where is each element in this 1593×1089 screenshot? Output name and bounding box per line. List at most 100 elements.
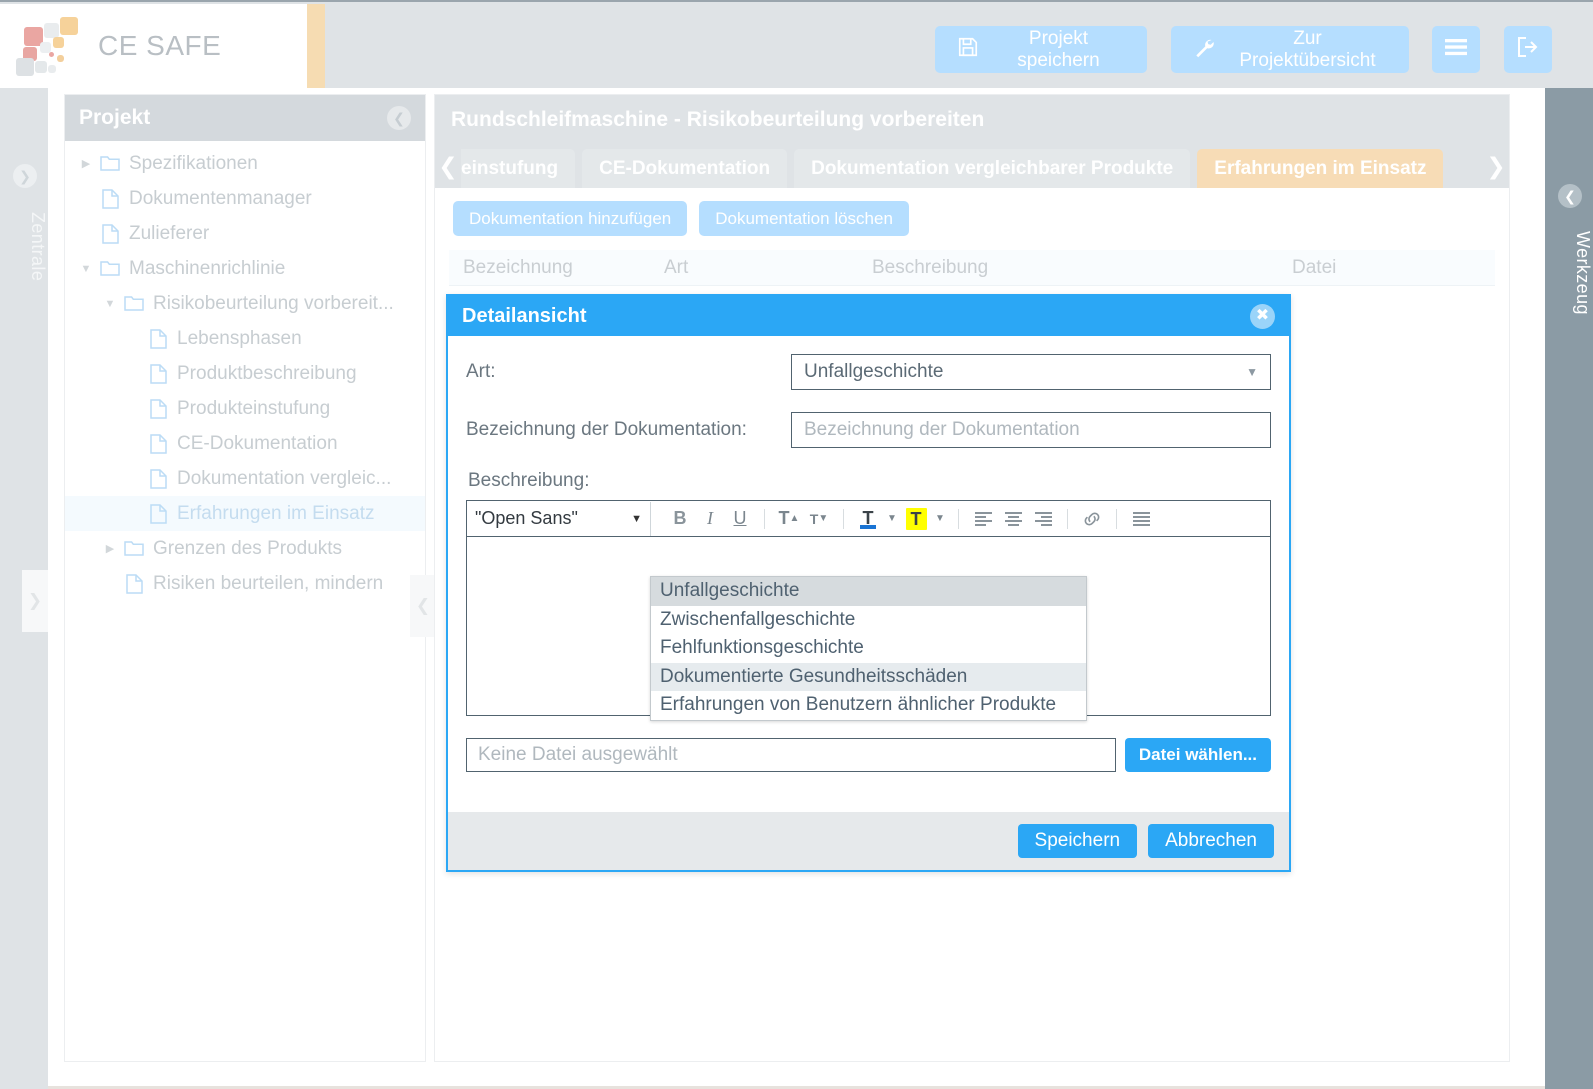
tree-item-label: Dokumentation vergleic...	[177, 467, 392, 489]
dialog-footer: Speichern Abbrechen	[448, 812, 1289, 870]
caret-spacer	[123, 473, 145, 485]
dialog-body: Art: Unfallgeschichte ▼ Bezeichnung der …	[448, 336, 1289, 772]
document-icon	[145, 398, 171, 419]
project-tree-list: ▶ Spezifikationen Dokumentenmanager Zulie…	[65, 141, 425, 601]
tab-3[interactable]: Erfahrungen im Einsatz	[1197, 149, 1444, 188]
tree-item-label: Risikobeurteilung vorbereit...	[153, 292, 394, 314]
tree-item-7[interactable]: Produkteinstufung	[65, 391, 425, 426]
left-rail-expand-handle[interactable]: ❯	[22, 570, 48, 632]
art-field-row: Art: Unfallgeschichte ▼	[466, 354, 1271, 390]
tree-item-12[interactable]: Risiken beurteilen, mindern	[65, 566, 425, 601]
tab-scroll-left-icon[interactable]: ❮	[435, 145, 461, 188]
column-header-datei: Datei	[1292, 256, 1337, 278]
project-tree-collapse-button[interactable]: ❮	[387, 106, 411, 130]
menu-button[interactable]	[1432, 26, 1480, 73]
folder-icon	[121, 540, 147, 557]
tab-2[interactable]: Dokumentation vergleichbarer Produkte	[794, 149, 1191, 188]
caret-down-icon[interactable]: ▼	[99, 298, 121, 310]
bezeichnung-input[interactable]	[791, 412, 1271, 448]
folder-icon	[97, 260, 123, 277]
project-tree-panel: Projekt ❮ ▶ Spezifikationen Dokumentenman…	[64, 94, 426, 1062]
tab-scroll-right-icon[interactable]: ❯	[1483, 145, 1509, 188]
link-icon[interactable]	[1077, 502, 1107, 536]
caret-right-icon[interactable]: ▶	[99, 542, 121, 555]
caret-spacer	[123, 368, 145, 380]
subscript-icon[interactable]: T ▼	[804, 502, 834, 536]
text-color-icon[interactable]: T	[853, 502, 883, 536]
dropdown-option-0[interactable]: Unfallgeschichte	[651, 577, 1086, 606]
font-family-select[interactable]: "Open Sans" ▼	[467, 501, 651, 536]
dropdown-option-4[interactable]: Erfahrungen von Benutzern ähnlicher Prod…	[651, 691, 1086, 720]
caret-down-icon[interactable]: ▼	[75, 263, 97, 275]
caret-spacer	[75, 193, 97, 205]
dialog-cancel-button[interactable]: Abbrechen	[1148, 824, 1274, 858]
tree-item-0[interactable]: ▶ Spezifikationen	[65, 146, 425, 181]
art-select[interactable]: Unfallgeschichte ▼	[791, 354, 1271, 390]
detail-dialog: Detailansicht ✖ Art: Unfallgeschichte ▼ …	[446, 294, 1291, 872]
tree-item-9[interactable]: Dokumentation vergleic...	[65, 461, 425, 496]
brand-logo[interactable]: CE SAFE	[0, 4, 307, 88]
close-icon[interactable]: ✖	[1250, 303, 1275, 329]
tree-item-label: Erfahrungen im Einsatz	[177, 502, 375, 524]
project-overview-button[interactable]: Zur Projektübersicht	[1171, 26, 1409, 73]
superscript-icon[interactable]: T ▲	[774, 502, 804, 536]
tree-item-label: CE-Dokumentation	[177, 432, 338, 454]
italic-icon[interactable]: I	[695, 502, 725, 536]
caret-spacer	[75, 228, 97, 240]
align-right-icon[interactable]	[1028, 502, 1058, 536]
caret-spacer	[123, 508, 145, 520]
tab-label: CE-Dokumentation	[599, 157, 771, 179]
add-documentation-button[interactable]: Dokumentation hinzufügen	[453, 201, 688, 236]
project-tree-expand-handle[interactable]: ❮	[410, 575, 436, 637]
tab-bar: ❮ einstufung CE-Dokumentation Dokumentatio…	[435, 145, 1509, 188]
tree-item-2[interactable]: Zulieferer	[65, 216, 425, 251]
tab-0[interactable]: einstufung	[461, 149, 576, 188]
save-project-button[interactable]: Projekt speichern	[935, 26, 1147, 73]
document-icon	[145, 328, 171, 349]
highlight-color-icon[interactable]: T	[901, 502, 931, 536]
document-icon	[145, 503, 171, 524]
right-rail-toggle[interactable]: ❮	[1558, 184, 1582, 208]
tree-item-6[interactable]: Produktbeschreibung	[65, 356, 425, 391]
caret-spacer	[123, 333, 145, 345]
art-select-value: Unfallgeschichte	[804, 361, 944, 382]
tree-item-5[interactable]: Lebensphasen	[65, 321, 425, 356]
tab-label: Erfahrungen im Einsatz	[1214, 157, 1427, 179]
tree-item-8[interactable]: CE-Dokumentation	[65, 426, 425, 461]
document-icon	[145, 363, 171, 384]
dropdown-option-1[interactable]: Zwischenfallgeschichte	[651, 606, 1086, 635]
tree-item-1[interactable]: Dokumentenmanager	[65, 181, 425, 216]
align-left-icon[interactable]	[968, 502, 998, 536]
tab-label: einstufung	[461, 157, 559, 179]
left-rail-toggle[interactable]: ❯	[13, 164, 37, 188]
dropdown-option-2[interactable]: Fehlfunktionsgeschichte	[651, 634, 1086, 663]
document-icon	[145, 433, 171, 454]
folder-icon	[121, 295, 147, 312]
tree-item-3[interactable]: ▼ Maschinenrichlinie	[65, 251, 425, 286]
dropdown-option-3[interactable]: Dokumentierte Gesundheitsschäden	[651, 662, 1086, 691]
tree-item-label: Zulieferer	[129, 222, 210, 244]
bold-icon[interactable]: B	[665, 502, 695, 536]
tab-label: Dokumentation vergleichbarer Produkte	[811, 157, 1174, 179]
text-color-dropdown-icon[interactable]: ▼	[883, 513, 901, 524]
caret-spacer	[123, 403, 145, 415]
underline-icon[interactable]: U	[725, 502, 755, 536]
tab-1[interactable]: CE-Dokumentation	[582, 149, 788, 188]
art-dropdown-list[interactable]: Unfallgeschichte Zwischenfallgeschichte Fe…	[650, 576, 1087, 721]
tree-item-4[interactable]: ▼ Risikobeurteilung vorbereit...	[65, 286, 425, 321]
file-name-display: Keine Datei ausgewählt	[466, 738, 1116, 772]
logout-button[interactable]	[1504, 26, 1552, 73]
caret-right-icon[interactable]: ▶	[75, 157, 97, 170]
brand-name: CE SAFE	[98, 30, 222, 61]
tree-item-11[interactable]: ▶ Grenzen des Produkts	[65, 531, 425, 566]
dialog-save-button[interactable]: Speichern	[1017, 824, 1138, 858]
highlight-color-dropdown-icon[interactable]: ▼	[931, 513, 949, 524]
choose-file-button[interactable]: Datei wählen...	[1124, 738, 1271, 772]
ce-safe-logo-icon	[14, 13, 92, 79]
tree-item-10[interactable]: Erfahrungen im Einsatz	[65, 496, 425, 531]
align-center-icon[interactable]	[998, 502, 1028, 536]
align-justify-icon[interactable]	[1126, 502, 1156, 536]
delete-documentation-button[interactable]: Dokumentation löschen	[699, 201, 909, 236]
project-tree-title: Projekt	[79, 106, 151, 129]
document-icon	[97, 188, 123, 209]
